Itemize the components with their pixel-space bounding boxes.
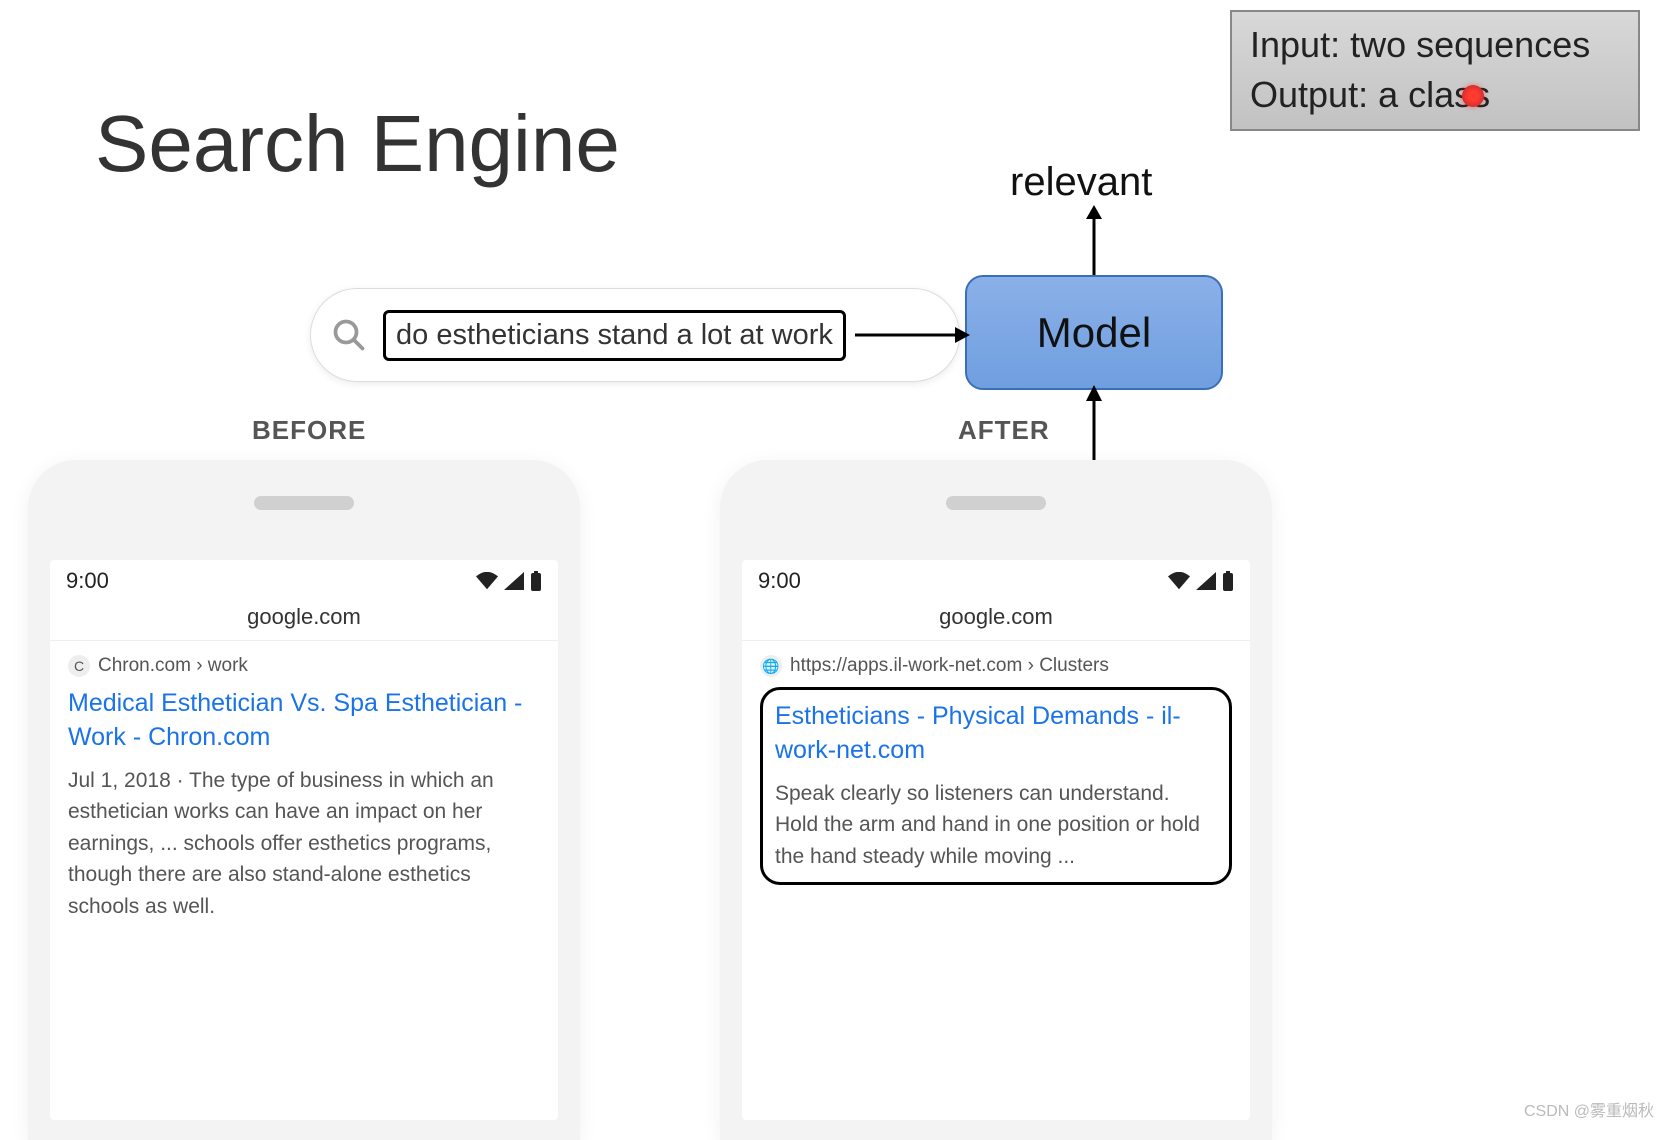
status-time: 9:00 — [758, 568, 801, 594]
phone-screen-after: 9:00 google.com 🌐 https://apps.il-work-n… — [742, 560, 1250, 1120]
io-input-line: Input: two sequences — [1250, 20, 1620, 70]
result-title-link[interactable]: Medical Esthetician Vs. Spa Esthetician … — [68, 687, 540, 755]
url-bar: google.com — [50, 598, 558, 641]
wifi-icon — [476, 572, 498, 590]
after-label: AFTER — [958, 415, 1050, 446]
favicon-icon: C — [68, 655, 90, 677]
battery-icon — [1222, 571, 1234, 591]
favicon-icon: 🌐 — [760, 655, 782, 677]
laser-pointer-dot — [1462, 85, 1484, 107]
io-output-line: Output: a class — [1250, 70, 1620, 120]
wifi-icon — [1168, 572, 1190, 590]
phone-speaker-icon — [254, 496, 354, 510]
status-bar: 9:00 — [742, 560, 1250, 598]
status-time: 9:00 — [66, 568, 109, 594]
signal-icon — [504, 572, 524, 590]
arrow-model-to-output — [1084, 205, 1104, 280]
battery-icon — [530, 571, 542, 591]
breadcrumb-text: https://apps.il-work-net.com › Clusters — [790, 655, 1109, 677]
search-query: do estheticians stand a lot at work — [383, 310, 846, 361]
breadcrumb-text: Chron.com › work — [98, 655, 248, 677]
result-breadcrumb: 🌐 https://apps.il-work-net.com › Cluster… — [760, 655, 1232, 677]
result-date: Jul 1, 2018 — [68, 769, 171, 792]
before-label: BEFORE — [252, 415, 366, 446]
highlighted-result: Estheticians - Physical Demands - il-wor… — [760, 687, 1232, 885]
slide-title: Search Engine — [95, 98, 620, 190]
phone-screen-before: 9:00 google.com C Chron.com › work Medic… — [50, 560, 558, 1120]
watermark: CSDN @雾重烟秋 — [1524, 1097, 1654, 1121]
phone-before: 9:00 google.com C Chron.com › work Medic… — [28, 460, 580, 1140]
status-bar: 9:00 — [50, 560, 558, 598]
arrow-query-to-model — [855, 325, 970, 345]
model-box: Model — [965, 275, 1223, 390]
output-label: relevant — [1010, 160, 1152, 205]
signal-icon — [1196, 572, 1216, 590]
search-result-before: C Chron.com › work Medical Esthetician V… — [50, 641, 558, 936]
result-snippet: Speak clearly so listeners can understan… — [775, 778, 1217, 873]
result-snippet: Jul 1, 2018 · The type of business in wh… — [68, 765, 540, 923]
result-breadcrumb: C Chron.com › work — [68, 655, 540, 677]
search-result-after: 🌐 https://apps.il-work-net.com › Cluster… — [742, 641, 1250, 899]
result-title-link[interactable]: Estheticians - Physical Demands - il-wor… — [775, 700, 1217, 768]
io-description-box: Input: two sequences Output: a class — [1230, 10, 1640, 131]
phone-speaker-icon — [946, 496, 1046, 510]
phone-after: 9:00 google.com 🌐 https://apps.il-work-n… — [720, 460, 1272, 1140]
search-icon — [331, 317, 367, 353]
url-bar: google.com — [742, 598, 1250, 641]
